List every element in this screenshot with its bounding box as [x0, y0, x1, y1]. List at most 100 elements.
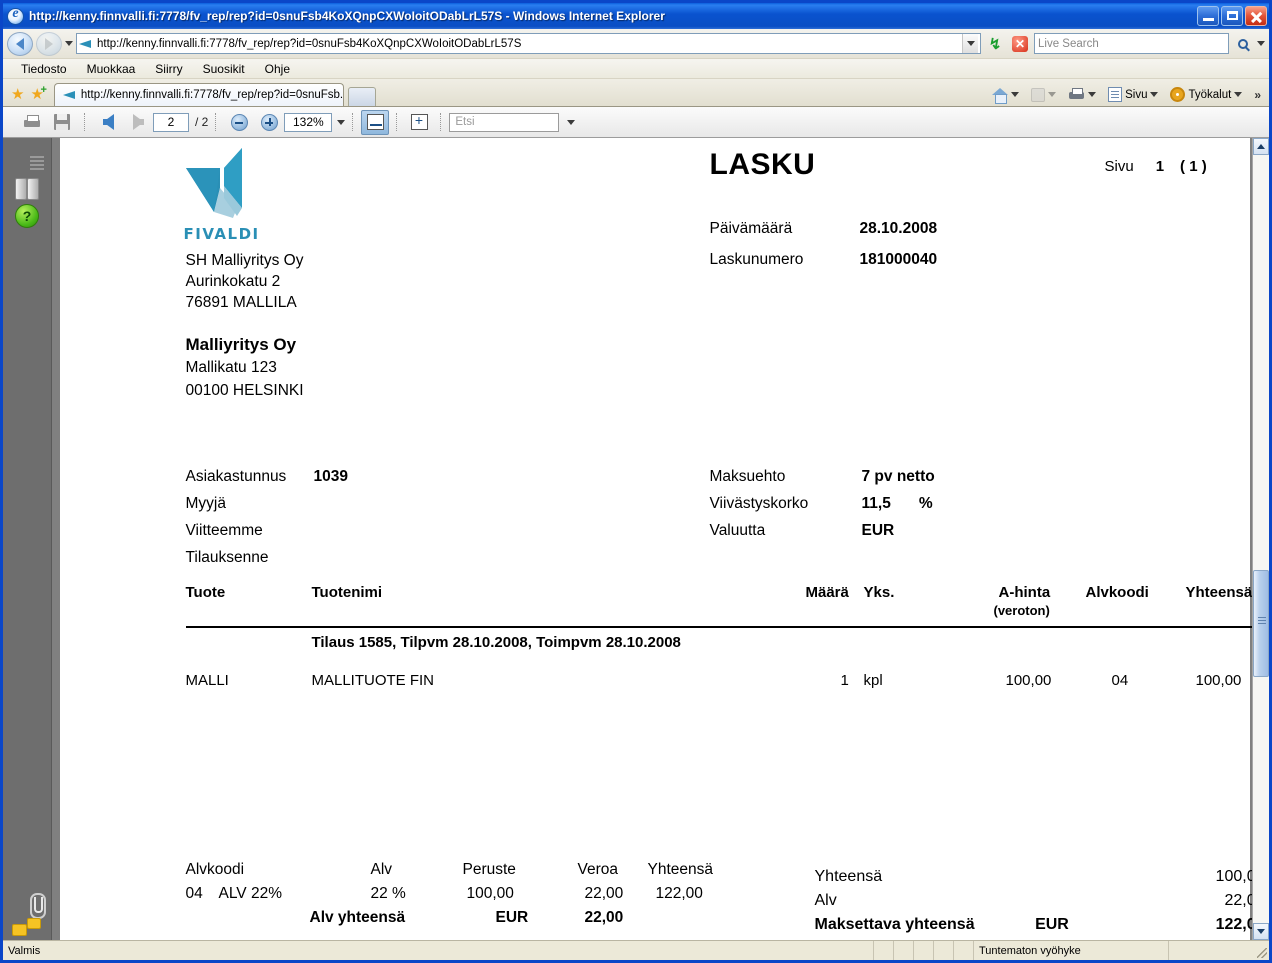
new-tab-button[interactable] — [347, 87, 376, 106]
vat-cell-total: 122,00 — [655, 885, 703, 902]
fivaldi-logo-icon — [185, 148, 242, 218]
pdf-print-button[interactable] — [17, 110, 47, 135]
invoice-number-value: 181000040 — [859, 251, 938, 268]
date-value: 28.10.2008 — [859, 220, 938, 237]
vat-summary-table: Alvkoodi Alv Peruste Veroa Yhteensä 04 A… — [186, 861, 746, 933]
sidebar-help-button[interactable]: ? — [15, 204, 39, 228]
url-text: http://kenny.finnvalli.fi:7778/fv_rep/re… — [97, 37, 522, 50]
close-button[interactable] — [1245, 6, 1267, 26]
home-button[interactable] — [988, 87, 1023, 104]
find-input[interactable]: Etsi — [449, 112, 560, 132]
col-product: Tuote — [185, 584, 226, 601]
page-menu-button[interactable]: Sivu — [1104, 86, 1162, 103]
search-button[interactable] — [1232, 33, 1254, 55]
fit-page-button[interactable] — [405, 110, 433, 135]
menu-item-muokkaa[interactable]: Muokkaa — [77, 60, 146, 78]
search-input[interactable]: Live Search — [1034, 33, 1229, 54]
invoice-number-label: Laskunumero — [709, 251, 804, 268]
info-row-interest: Viivästyskorko 11,5 % — [710, 495, 935, 513]
zoom-level-input[interactable]: 132% — [284, 112, 333, 132]
refresh-button[interactable]: ↯ — [984, 33, 1006, 55]
vat-total-label: Alv yhteensä — [309, 909, 406, 926]
your-order-label: Tilauksenne — [185, 549, 269, 566]
col-quantity: Määrä — [805, 584, 849, 601]
toolbar-separator — [84, 113, 86, 131]
arrow-left-icon — [102, 114, 114, 130]
menu-item-suosikit[interactable]: Suosikit — [193, 60, 255, 78]
chevron-down-icon[interactable] — [1234, 92, 1243, 97]
payment-term-value: 7 pv netto — [861, 468, 935, 485]
status-slot-3 — [914, 941, 934, 960]
chevron-down-icon[interactable] — [1150, 92, 1159, 97]
feeds-button[interactable] — [1027, 87, 1060, 103]
forward-button[interactable] — [36, 31, 62, 56]
scrollbar-thumb[interactable] — [1253, 569, 1269, 678]
line-items-table: Tuote Tuotenimi Määrä Yks. A-hinta (vero… — [185, 584, 1252, 689]
url-input[interactable]: http://kenny.finnvalli.fi:7778/fv_rep/re… — [76, 33, 981, 54]
save-icon — [54, 114, 70, 130]
star-plus-icon[interactable]: ★ — [30, 85, 47, 102]
rss-icon — [1031, 87, 1046, 102]
chevron-down-icon[interactable] — [1048, 92, 1057, 97]
find-dropdown-icon[interactable] — [567, 119, 576, 125]
date-label: Päivämäärä — [709, 220, 793, 237]
print-button[interactable] — [1064, 87, 1100, 103]
scroll-up-button[interactable] — [1253, 138, 1269, 155]
refresh-icon: ↯ — [988, 35, 1002, 53]
sender-address: SH Malliyritys Oy Aurinkokatu 2 76891 MA… — [186, 250, 304, 313]
fit-width-icon — [366, 114, 384, 130]
tools-menu-button[interactable]: Työkalut — [1166, 86, 1246, 103]
currency-value: EUR — [861, 522, 895, 539]
zoom-in-button[interactable] — [254, 110, 284, 135]
info-row-our-reference: Viitteemme — [186, 522, 348, 540]
fit-width-button[interactable] — [361, 109, 390, 135]
vat-cell-tax: 22,00 — [584, 885, 624, 902]
page-scroll-area: FIVALDI SH Malliyritys Oy Aurinkokatu 2 … — [52, 138, 1252, 940]
address-bar: http://kenny.finnvalli.fi:7778/fv_rep/re… — [3, 29, 1269, 59]
search-provider-dropdown-icon[interactable] — [1257, 41, 1265, 46]
page-value: 1 — [1155, 158, 1165, 175]
menu-item-siirry[interactable]: Siirry — [145, 60, 192, 78]
page-number-input[interactable]: 2 — [153, 112, 189, 132]
info-row-customer-id: Asiakastunnus 1039 — [186, 468, 348, 486]
status-slot-4 — [934, 941, 954, 960]
chevron-up-icon — [1257, 144, 1265, 149]
chevron-down-icon[interactable] — [1011, 92, 1020, 97]
zoom-dropdown-icon[interactable] — [337, 119, 346, 125]
order-reference-line: Tilaus 1585, Tilpvm 28.10.2008, Toimpvm … — [311, 634, 681, 651]
url-dropdown-button[interactable] — [962, 34, 978, 53]
status-resize-area[interactable] — [1169, 941, 1269, 960]
cell-total: 100,00 — [1195, 672, 1242, 689]
star-icon[interactable]: ★ — [11, 87, 24, 102]
window-title: http://kenny.finnvalli.fi:7778/fv_rep/re… — [29, 9, 665, 23]
menu-item-ohje[interactable]: Ohje — [255, 60, 300, 78]
recipient-line-2: Mallikatu 123 — [185, 359, 277, 376]
overflow-icon[interactable]: » — [1250, 88, 1265, 102]
recipient-line-3: 00100 HELSINKI — [185, 382, 304, 399]
resize-grip-icon[interactable] — [1257, 948, 1267, 958]
pdf-next-page-button[interactable] — [123, 110, 153, 135]
history-dropdown-icon[interactable] — [65, 41, 73, 46]
zoom-out-button[interactable] — [224, 110, 254, 135]
pdf-save-button[interactable] — [47, 110, 77, 135]
browser-tab[interactable]: http://kenny.finnvalli.fi:7778/fv_rep/re… — [53, 83, 344, 106]
scrollbar-track[interactable] — [1253, 155, 1269, 923]
maximize-button[interactable] — [1221, 6, 1243, 26]
chevron-down-icon[interactable] — [1088, 92, 1097, 97]
tab-favicon-icon — [62, 88, 77, 102]
back-button[interactable] — [7, 31, 33, 56]
subtotal-mid — [989, 868, 1109, 886]
vat-col-vat: Alv — [370, 861, 393, 878]
zoom-out-icon — [230, 113, 248, 131]
info-row-seller: Myyjä — [186, 495, 348, 513]
pdf-previous-page-button[interactable] — [93, 110, 123, 135]
payment-term-label: Maksuehto — [709, 468, 786, 485]
minimize-button[interactable] — [1197, 6, 1219, 26]
stop-button[interactable]: ✕ — [1009, 33, 1031, 55]
status-bar: Valmis Tuntematon vyöhyke — [3, 940, 1269, 960]
scroll-down-button[interactable] — [1253, 923, 1269, 940]
menu-item-tiedosto[interactable]: Tiedosto — [11, 60, 77, 78]
printer-icon — [1068, 87, 1085, 102]
meta-row-invoice-number: Laskunumero 181000040 — [710, 251, 938, 269]
vertical-scrollbar[interactable] — [1252, 138, 1269, 940]
